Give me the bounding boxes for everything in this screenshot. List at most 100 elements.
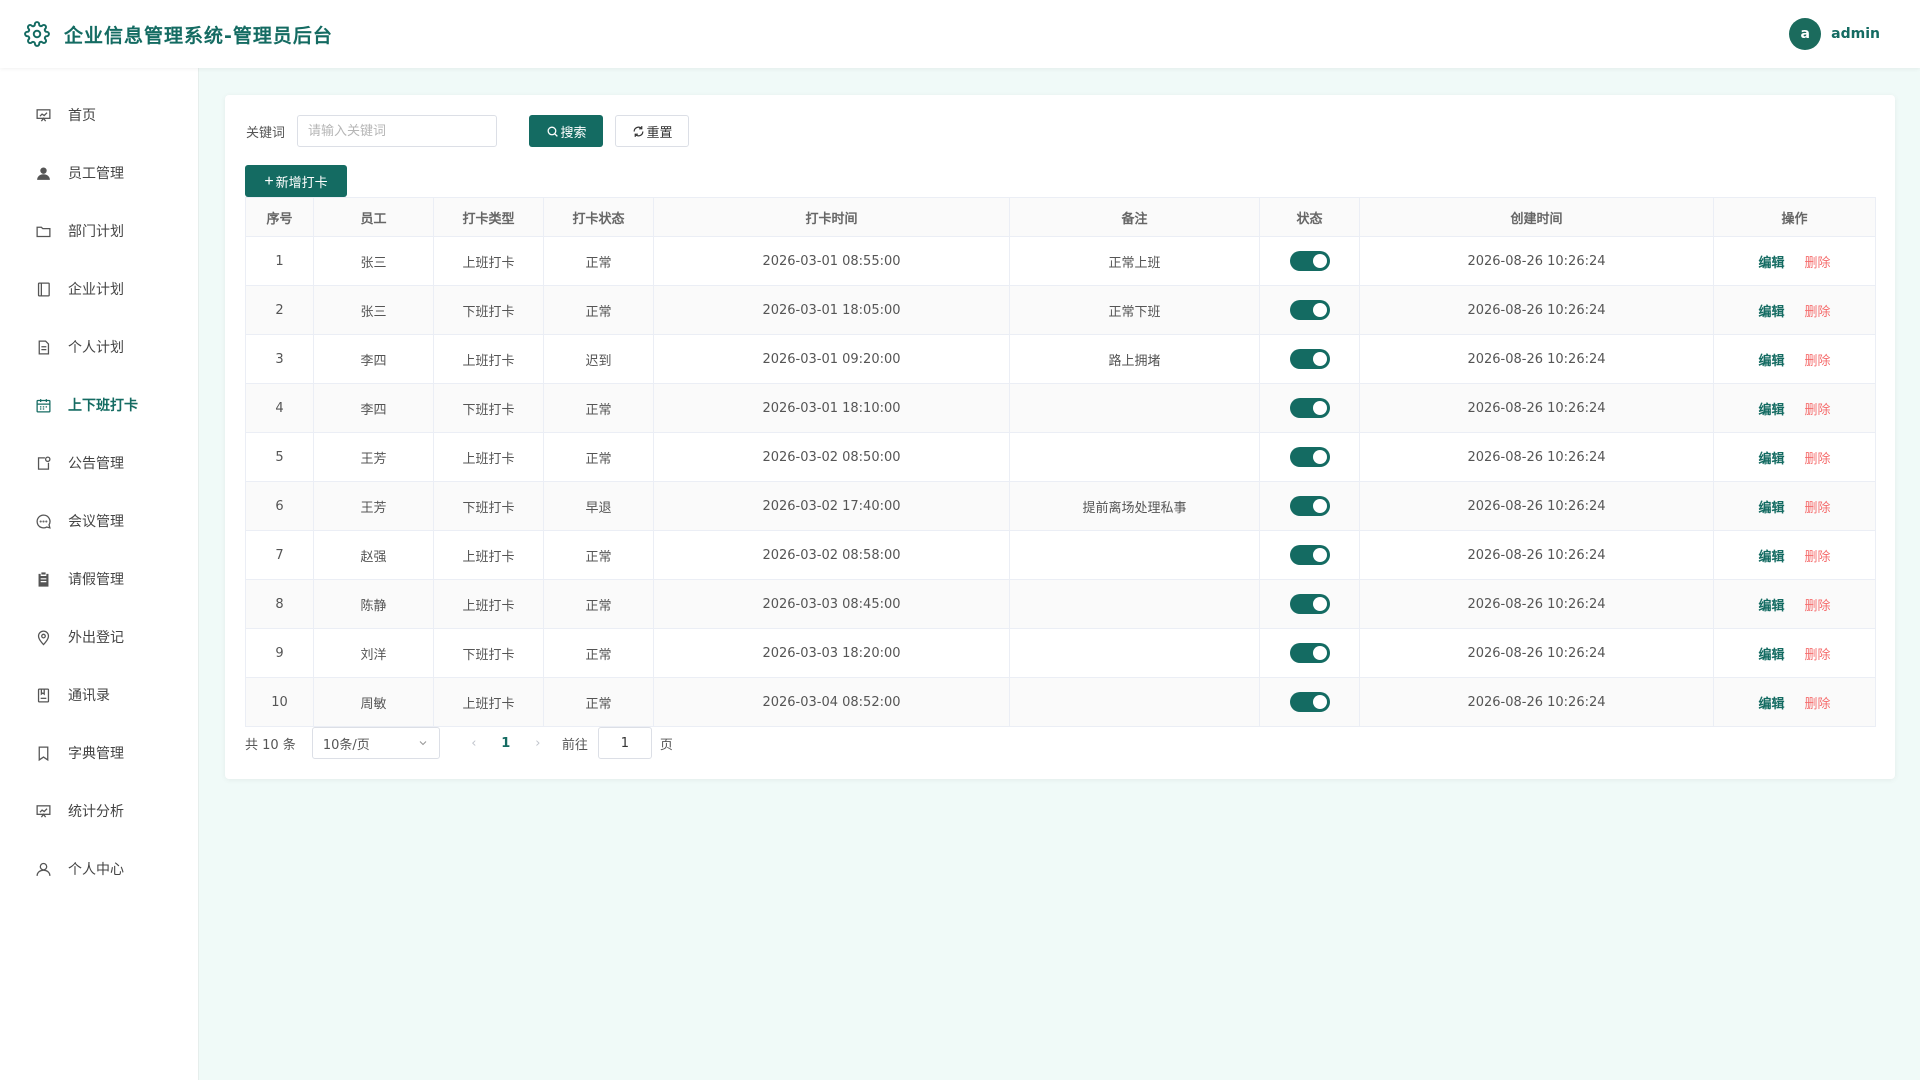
cell-actions: 编辑 删除 [1713, 383, 1876, 433]
edit-button[interactable]: 编辑 [1758, 354, 1784, 369]
column-header: 打卡状态 [543, 197, 654, 237]
next-page-chevron-right-icon[interactable]: › [530, 736, 546, 751]
bookmark-icon [34, 744, 52, 762]
sidebar-item-notices[interactable]: 公告管理 [0, 434, 199, 492]
delete-button[interactable]: 删除 [1805, 256, 1831, 271]
edit-button[interactable]: 编辑 [1758, 550, 1784, 565]
cell-created: 2026-08-26 10:26:24 [1359, 579, 1714, 629]
cell-index: 7 [245, 530, 314, 580]
status-toggle[interactable] [1289, 643, 1330, 663]
delete-button[interactable]: 删除 [1805, 354, 1831, 369]
cell-type: 下班打卡 [433, 481, 544, 531]
sidebar-item-label: 会议管理 [68, 514, 124, 530]
edit-button[interactable]: 编辑 [1758, 256, 1784, 271]
delete-button[interactable]: 删除 [1805, 697, 1831, 712]
status-toggle[interactable] [1289, 545, 1330, 565]
sidebar-item-profile[interactable]: 个人中心 [0, 840, 199, 898]
cell-note [1009, 677, 1260, 727]
sidebar-item-leave[interactable]: 请假管理 [0, 550, 199, 608]
cell-created: 2026-08-26 10:26:24 [1359, 334, 1714, 384]
cell-time: 2026-03-02 17:40:00 [653, 481, 1010, 531]
column-header: 操作 [1713, 197, 1876, 237]
username[interactable]: admin [1831, 26, 1880, 42]
cell-time: 2026-03-02 08:58:00 [653, 530, 1010, 580]
edit-button[interactable]: 编辑 [1758, 403, 1784, 418]
clock-in-table: 序号 员工 打卡类型 打卡状态 打卡时间 备注 状态 创建时间 操作 1 张三 上班… [245, 197, 1876, 727]
cell-created: 2026-08-26 10:26:24 [1359, 677, 1714, 727]
sidebar-item-employees[interactable]: 员工管理 [0, 144, 199, 202]
edit-button[interactable]: 编辑 [1758, 599, 1784, 614]
delete-button[interactable]: 删除 [1805, 452, 1831, 467]
cell-type: 上班打卡 [433, 334, 544, 384]
cell-time: 2026-03-03 08:45:00 [653, 579, 1010, 629]
delete-button[interactable]: 删除 [1805, 550, 1831, 565]
cell-note: 正常下班 [1009, 285, 1260, 335]
clipboard-icon [34, 570, 52, 588]
delete-button[interactable]: 删除 [1805, 501, 1831, 516]
delete-button[interactable]: 删除 [1805, 599, 1831, 614]
refresh-icon [632, 125, 645, 138]
column-header: 创建时间 [1359, 197, 1714, 237]
status-toggle[interactable] [1289, 251, 1330, 271]
sidebar-item-dictionary[interactable]: 字典管理 [0, 724, 199, 782]
cell-index: 6 [245, 481, 314, 531]
sidebar-item-outing[interactable]: 外出登记 [0, 608, 199, 666]
cell-status: 迟到 [543, 334, 654, 384]
folder-icon [34, 222, 52, 240]
status-toggle[interactable] [1289, 692, 1330, 712]
sidebar-item-label: 统计分析 [68, 804, 124, 820]
reset-button[interactable]: 重置 [615, 115, 690, 147]
sidebar-item-label: 外出登记 [68, 630, 124, 646]
sidebar-item-personal-plan[interactable]: 个人计划 [0, 318, 199, 376]
edit-button[interactable]: 编辑 [1758, 501, 1784, 516]
cell-actions: 编辑 删除 [1713, 677, 1876, 727]
toggle-knob [1312, 597, 1327, 611]
table-row: 7 赵强 上班打卡 正常 2026-03-02 08:58:00 2026-08-26 1… [245, 530, 1876, 580]
edit-button[interactable]: 编辑 [1758, 452, 1784, 467]
cell-created: 2026-08-26 10:26:24 [1359, 236, 1714, 286]
page-number-current[interactable]: 1 [498, 736, 514, 751]
status-toggle[interactable] [1289, 594, 1330, 614]
sidebar-item-meetings[interactable]: 会议管理 [0, 492, 199, 550]
edit-button[interactable]: 编辑 [1758, 697, 1784, 712]
status-toggle[interactable] [1289, 496, 1330, 516]
sidebar-item-contacts[interactable]: 通讯录 [0, 666, 199, 724]
delete-button[interactable]: 删除 [1805, 648, 1831, 663]
page-unit-label: 页 [659, 737, 673, 753]
cell-note [1009, 432, 1260, 482]
sidebar-item-label: 首页 [68, 108, 96, 124]
edit-button[interactable]: 编辑 [1758, 305, 1784, 320]
sidebar-item-label: 上下班打卡 [68, 398, 138, 414]
cell-note: 正常上班 [1009, 236, 1260, 286]
toggle-knob [1312, 254, 1327, 268]
status-toggle[interactable] [1289, 349, 1330, 369]
sidebar-item-clock-in[interactable]: 上下班打卡 [0, 376, 199, 434]
sidebar-item-company-plan[interactable]: 企业计划 [0, 260, 199, 318]
toggle-knob [1312, 352, 1327, 366]
edit-button[interactable]: 编辑 [1758, 648, 1784, 663]
presentation-icon [34, 106, 52, 124]
status-toggle[interactable] [1289, 398, 1330, 418]
prev-page-chevron-left-icon[interactable]: ‹ [466, 736, 482, 751]
delete-button[interactable]: 删除 [1805, 305, 1831, 320]
sidebar-item-home[interactable]: 首页 [0, 86, 199, 144]
table-row: 4 李四 下班打卡 正常 2026-03-01 18:10:00 2026-08-26 1… [245, 383, 1876, 433]
sidebar-item-statistics[interactable]: 统计分析 [0, 782, 199, 840]
status-toggle[interactable] [1289, 300, 1330, 320]
search-button[interactable]: 搜索 [529, 115, 604, 147]
delete-button[interactable]: 删除 [1805, 403, 1831, 418]
cell-actions: 编辑 删除 [1713, 285, 1876, 335]
add-clock-in-button[interactable]: + 新增打卡 [245, 165, 347, 197]
keyword-input[interactable] [297, 115, 498, 147]
cell-time: 2026-03-01 08:55:00 [653, 236, 1010, 286]
cell-status: 正常 [543, 432, 654, 482]
user-menu[interactable]: a admin [1789, 18, 1880, 50]
page-size-select[interactable]: 10条/页 [311, 727, 440, 759]
table-row: 9 刘洋 下班打卡 正常 2026-03-03 18:20:00 2026-08-26 1… [245, 628, 1876, 678]
calendar-icon [34, 396, 52, 414]
avatar[interactable]: a [1789, 18, 1822, 50]
status-toggle[interactable] [1289, 447, 1330, 467]
sidebar-item-dept-plan[interactable]: 部门计划 [0, 202, 199, 260]
cell-time: 2026-03-04 08:52:00 [653, 677, 1010, 727]
goto-page-input[interactable] [597, 727, 652, 759]
